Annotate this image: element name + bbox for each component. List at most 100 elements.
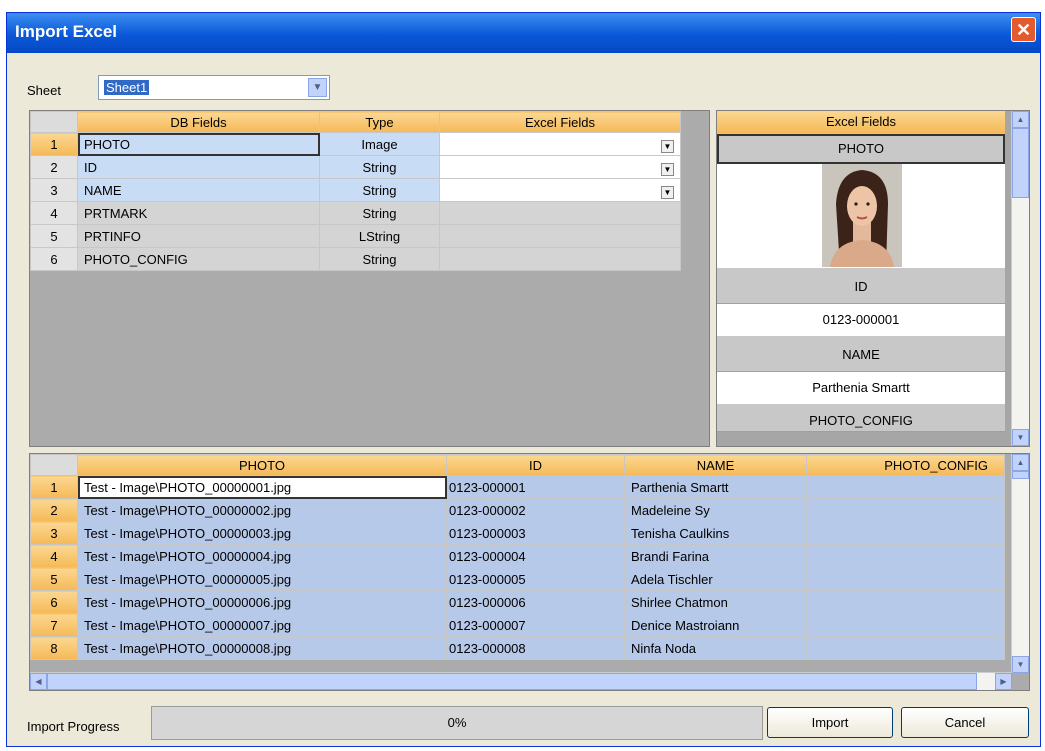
column-header-id[interactable]: ID [446, 454, 625, 476]
id-cell[interactable]: 0123-000008 [446, 636, 625, 660]
title-bar[interactable]: Import Excel ✕ [7, 13, 1040, 53]
name-cell[interactable]: Tenisha Caulkins [624, 521, 807, 545]
photo-path-cell[interactable]: Test - Image\PHOTO_00000007.jpg [77, 613, 447, 637]
db-field-cell[interactable]: NAME [77, 178, 320, 202]
close-button[interactable]: ✕ [1011, 17, 1036, 42]
name-cell[interactable]: Adela Tischler [624, 567, 807, 591]
table-row[interactable]: 2 Test - Image\PHOTO_00000002.jpg 0123-000… [30, 498, 1005, 522]
row-number[interactable]: 7 [30, 613, 78, 637]
table-row[interactable]: 1 Test - Image\PHOTO_00000001.jpg 0123-000… [30, 475, 1005, 499]
type-cell[interactable]: String [319, 247, 440, 271]
db-field-cell[interactable]: ID [77, 155, 320, 179]
scroll-thumb[interactable] [1012, 128, 1029, 198]
scroll-right-icon[interactable]: ▶ [995, 673, 1012, 690]
photo-path-cell[interactable]: Test - Image\PHOTO_00000003.jpg [77, 521, 447, 545]
row-number[interactable]: 6 [30, 247, 78, 271]
row-number[interactable]: 5 [30, 224, 78, 248]
name-cell[interactable]: Denice Mastroiann [624, 613, 807, 637]
row-number[interactable]: 8 [30, 636, 78, 660]
grid-corner[interactable] [30, 454, 78, 476]
row-number[interactable]: 3 [30, 521, 78, 545]
table-row[interactable]: 2 ID String ▼ [30, 155, 681, 179]
db-field-cell[interactable]: PHOTO [77, 132, 320, 156]
data-grid-vscrollbar[interactable]: ▲ ▼ [1011, 454, 1029, 673]
table-row[interactable]: 5 Test - Image\PHOTO_00000005.jpg 0123-000… [30, 567, 1005, 591]
table-row[interactable]: 7 Test - Image\PHOTO_00000007.jpg 0123-000… [30, 613, 1005, 637]
db-field-cell[interactable]: PHOTO_CONFIG [77, 247, 320, 271]
column-header-photo[interactable]: PHOTO [77, 454, 447, 476]
photo-config-cell[interactable] [806, 475, 1005, 499]
excel-field-cell[interactable]: ▼ [439, 155, 681, 179]
photo-path-cell[interactable]: Test - Image\PHOTO_00000008.jpg [77, 636, 447, 660]
name-cell[interactable]: Shirlee Chatmon [624, 590, 807, 614]
photo-path-cell[interactable]: Test - Image\PHOTO_00000004.jpg [77, 544, 447, 568]
name-cell[interactable]: Parthenia Smartt [624, 475, 807, 499]
excel-field-cell[interactable] [439, 247, 681, 271]
column-header-photo-config[interactable]: PHOTO_CONFIG [806, 454, 1005, 476]
name-cell[interactable]: Madeleine Sy [624, 498, 807, 522]
row-number[interactable]: 4 [30, 201, 78, 225]
id-cell[interactable]: 0123-000006 [446, 590, 625, 614]
id-cell[interactable]: 0123-000007 [446, 613, 625, 637]
photo-path-cell[interactable]: Test - Image\PHOTO_00000001.jpg [77, 475, 447, 499]
scroll-down-icon[interactable]: ▼ [1012, 656, 1029, 673]
chevron-down-icon[interactable]: ▼ [661, 185, 674, 199]
type-cell[interactable]: Image [319, 132, 440, 156]
table-row[interactable]: 6 PHOTO_CONFIG String [30, 247, 681, 271]
photo-config-cell[interactable] [806, 613, 1005, 637]
photo-path-cell[interactable]: Test - Image\PHOTO_00000005.jpg [77, 567, 447, 591]
grid-corner[interactable] [30, 111, 78, 133]
scroll-down-icon[interactable]: ▼ [1012, 429, 1029, 446]
table-row[interactable]: 4 Test - Image\PHOTO_00000004.jpg 0123-000… [30, 544, 1005, 568]
sheet-dropdown[interactable]: Sheet1 ▼ [98, 75, 330, 100]
db-field-cell[interactable]: PRTINFO [77, 224, 320, 248]
chevron-down-icon[interactable]: ▼ [661, 162, 674, 176]
scroll-thumb[interactable] [47, 673, 977, 690]
row-number[interactable]: 3 [30, 178, 78, 202]
excel-field-cell[interactable]: ▼ [439, 132, 681, 156]
name-cell[interactable]: Ninfa Noda [624, 636, 807, 660]
type-cell[interactable]: String [319, 155, 440, 179]
photo-config-cell[interactable] [806, 544, 1005, 568]
row-number[interactable]: 2 [30, 498, 78, 522]
row-number[interactable]: 2 [30, 155, 78, 179]
id-cell[interactable]: 0123-000004 [446, 544, 625, 568]
table-row[interactable]: 3 NAME String ▼ [30, 178, 681, 202]
id-cell[interactable]: 0123-000001 [446, 475, 625, 499]
row-number[interactable]: 5 [30, 567, 78, 591]
preview-scrollbar[interactable]: ▲ ▼ [1011, 111, 1029, 446]
import-button[interactable]: Import [767, 707, 893, 738]
table-row[interactable]: 5 PRTINFO LString [30, 224, 681, 248]
row-number[interactable]: 1 [30, 475, 78, 499]
excel-field-cell[interactable]: ▼ [439, 178, 681, 202]
type-cell[interactable]: LString [319, 224, 440, 248]
chevron-down-icon[interactable]: ▼ [661, 139, 674, 153]
table-row[interactable]: 8 Test - Image\PHOTO_00000008.jpg 0123-000… [30, 636, 1005, 660]
photo-path-cell[interactable]: Test - Image\PHOTO_00000006.jpg [77, 590, 447, 614]
table-row[interactable]: 4 PRTMARK String [30, 201, 681, 225]
db-field-cell[interactable]: PRTMARK [77, 201, 320, 225]
chevron-down-icon[interactable]: ▼ [308, 78, 327, 97]
photo-config-cell[interactable] [806, 590, 1005, 614]
type-cell[interactable]: String [319, 201, 440, 225]
column-header-excel-fields[interactable]: Excel Fields [439, 111, 681, 133]
scroll-thumb[interactable] [1012, 471, 1029, 479]
scroll-up-icon[interactable]: ▲ [1012, 111, 1029, 128]
photo-config-cell[interactable] [806, 567, 1005, 591]
table-row[interactable]: 6 Test - Image\PHOTO_00000006.jpg 0123-000… [30, 590, 1005, 614]
scroll-left-icon[interactable]: ◀ [30, 673, 47, 690]
photo-config-cell[interactable] [806, 636, 1005, 660]
name-cell[interactable]: Brandi Farina [624, 544, 807, 568]
column-header-type[interactable]: Type [319, 111, 440, 133]
scroll-up-icon[interactable]: ▲ [1012, 454, 1029, 471]
column-header-db-fields[interactable]: DB Fields [77, 111, 320, 133]
column-header-name[interactable]: NAME [624, 454, 807, 476]
table-row[interactable]: 1 PHOTO Image ▼ [30, 132, 681, 156]
cancel-button[interactable]: Cancel [901, 707, 1029, 738]
excel-field-cell[interactable] [439, 224, 681, 248]
row-number[interactable]: 4 [30, 544, 78, 568]
photo-config-cell[interactable] [806, 498, 1005, 522]
photo-config-cell[interactable] [806, 521, 1005, 545]
row-number[interactable]: 1 [30, 132, 78, 156]
type-cell[interactable]: String [319, 178, 440, 202]
